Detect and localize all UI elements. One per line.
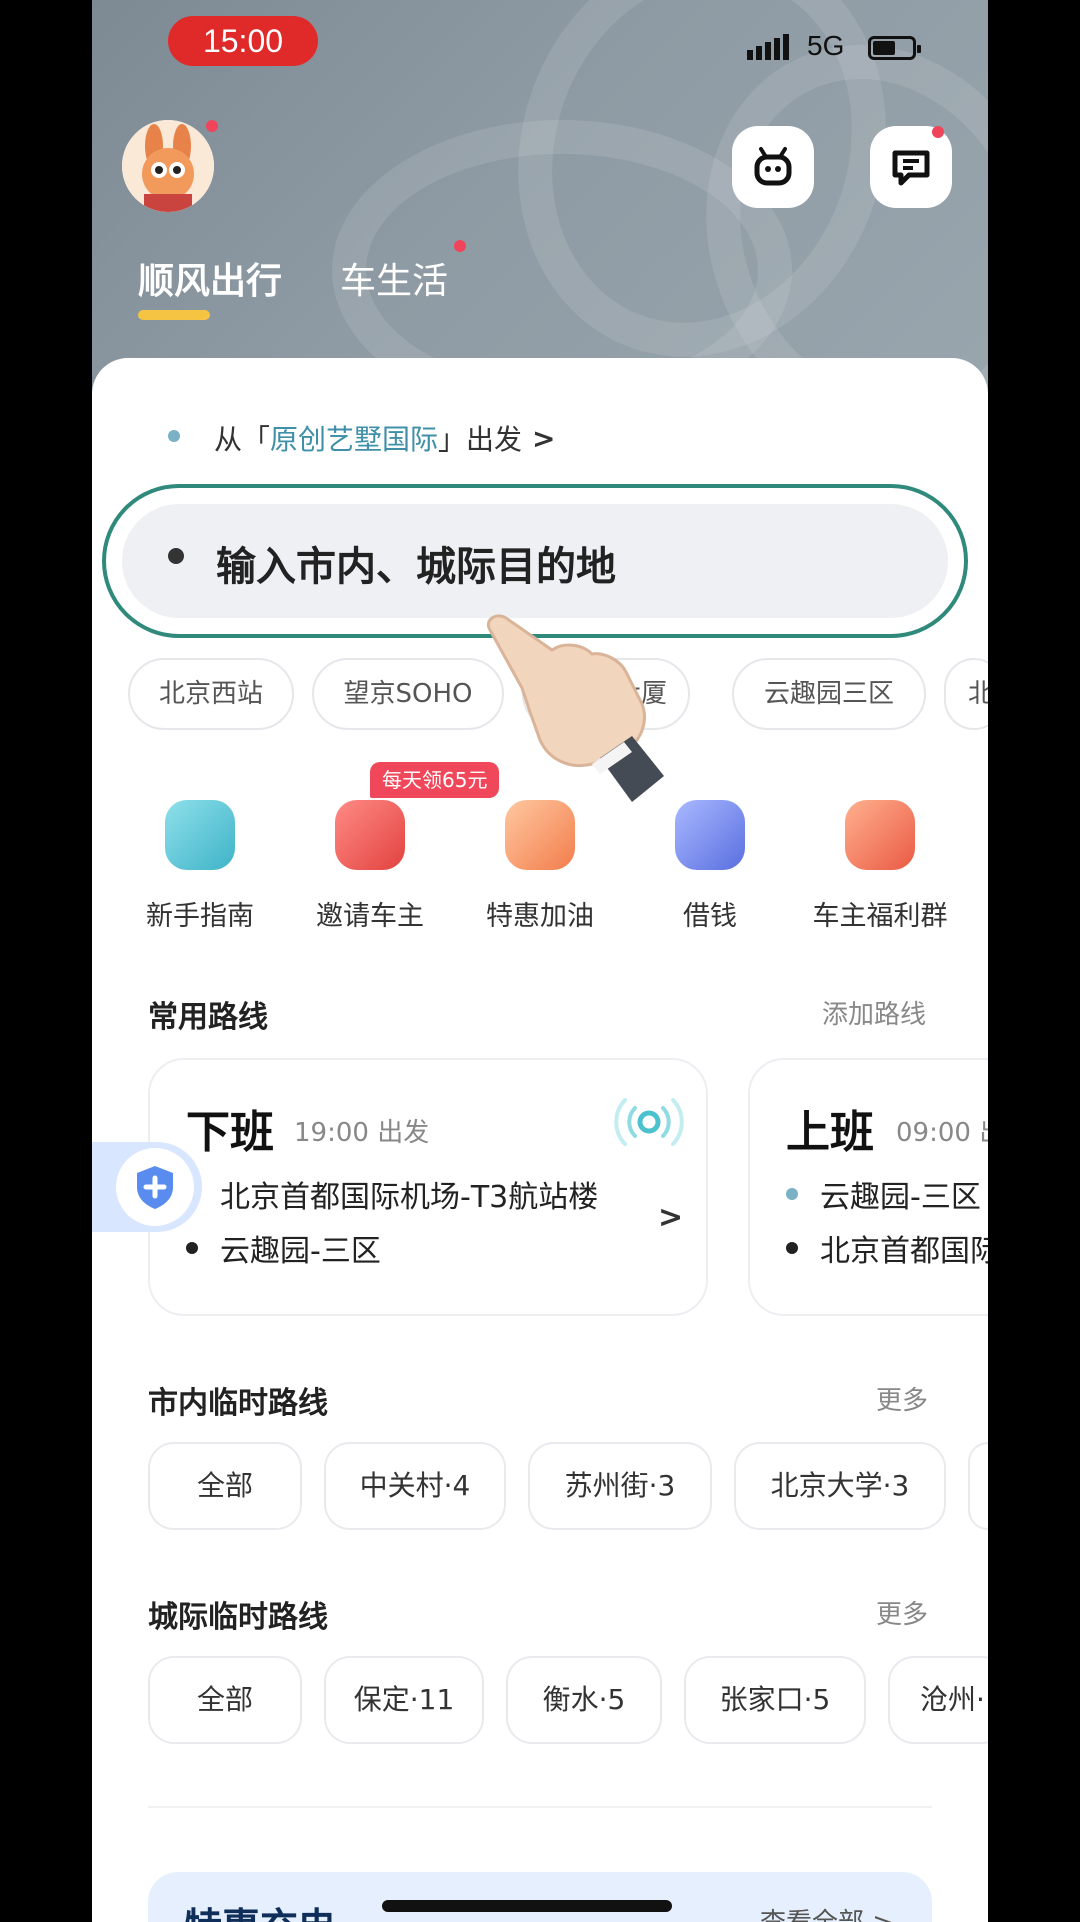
- route-origin: 北京首都国际机场-T3航站楼: [220, 1180, 599, 1215]
- promo-title: 特惠充电: [184, 1896, 336, 1922]
- route-name: 下班: [186, 1107, 274, 1158]
- route-destination-dot: [786, 1242, 798, 1254]
- shortcut-fuel[interactable]: 特惠加油: [470, 800, 610, 933]
- promo-badge: 每天领65元: [370, 762, 500, 798]
- intercity-route-filter[interactable]: 衡水·5: [506, 1656, 662, 1744]
- route-destination-dot: [186, 1242, 198, 1254]
- route-destination: 云趣园-三区: [220, 1234, 381, 1269]
- shortcut-label: 车主福利群: [812, 901, 948, 932]
- route-card-commute-work[interactable]: 上班 09:00 出 云趣园-三区 北京首都国际: [748, 1058, 988, 1316]
- shortcut-owner-group[interactable]: 车主福利群: [810, 800, 950, 933]
- shortcut-label: 借钱: [683, 901, 737, 932]
- network-type: 5G: [807, 30, 845, 61]
- messages-badge-dot: [932, 126, 944, 138]
- shield-icon: [137, 1166, 173, 1209]
- battery-icon: [868, 36, 921, 60]
- fuel-icon: [505, 800, 575, 870]
- shortcut-label: 特惠加油: [486, 901, 594, 932]
- guide-icon: [165, 800, 235, 870]
- city-route-filter[interactable]: 北京大学·3: [734, 1442, 946, 1530]
- invite-icon: [335, 800, 405, 870]
- tab-badge-dot: [454, 240, 466, 252]
- message-icon: [892, 150, 930, 186]
- route-time: 19:00 出发: [294, 1118, 430, 1148]
- route-card-commute-home[interactable]: 下班 19:00 出发 北京首都国际机场-T3航站楼 云趣园-三区 >: [148, 1058, 708, 1316]
- route-origin: 云趣园-三区: [820, 1180, 981, 1215]
- avatar-badge-dot: [206, 120, 218, 132]
- route-origin-dot: [786, 1188, 798, 1200]
- app-screen: 15:00 5G 顺风出行 车生活 从「 原创艺墅国际 」出发 > 输入市内、城…: [92, 0, 988, 1922]
- shortcut-label: 新手指南: [146, 901, 254, 932]
- destination-dot: [168, 548, 184, 564]
- route-name: 上班: [786, 1107, 874, 1158]
- tab-active-indicator: [138, 310, 210, 320]
- intercity-route-filter[interactable]: 保定·11: [324, 1656, 484, 1744]
- shortcut-invite[interactable]: 邀请车主: [300, 800, 440, 933]
- departure-place: 原创艺墅国际: [270, 423, 439, 456]
- city-route-filter[interactable]: 苏州街·3: [528, 1442, 712, 1530]
- broadcast-icon: [614, 1098, 684, 1146]
- city-routes-title: 市内临时路线: [148, 1386, 328, 1421]
- chevron-right-icon: >: [532, 421, 556, 455]
- route-destination: 北京首都国际: [820, 1234, 988, 1269]
- status-time: 15:00: [168, 16, 318, 66]
- chevron-right-icon: >: [658, 1200, 684, 1235]
- tab-car-life[interactable]: 车生活: [340, 252, 448, 304]
- city-route-filter[interactable]: 全部: [148, 1442, 302, 1530]
- quick-place-chip[interactable]: 北京西站: [128, 658, 294, 730]
- city-route-filter[interactable]: 中关村·4: [324, 1442, 506, 1530]
- safety-float-button[interactable]: [92, 1142, 202, 1232]
- quick-place-chip[interactable]: 云趣园三区: [732, 658, 926, 730]
- intercity-routes-title: 城际临时路线: [148, 1600, 328, 1635]
- wallet-icon: [675, 800, 745, 870]
- departure-selector[interactable]: 从「 原创艺墅国际 」出发 >: [214, 418, 556, 458]
- promo-view-all-link[interactable]: 查看全部 >: [760, 1902, 894, 1922]
- tab-carpool[interactable]: 顺风出行: [138, 252, 282, 304]
- intercity-route-filter[interactable]: 沧州·: [888, 1656, 988, 1744]
- shortcut-guide[interactable]: 新手指南: [130, 800, 270, 933]
- group-icon: [845, 800, 915, 870]
- intercity-route-filter[interactable]: 张家口·5: [684, 1656, 866, 1744]
- add-route-link[interactable]: 添加路线: [822, 994, 926, 1031]
- departure-suffix: 」出发: [438, 423, 523, 456]
- quick-place-chip[interactable]: 望京SOHO: [312, 658, 504, 730]
- city-route-filter-partial[interactable]: [968, 1442, 988, 1530]
- quick-place-chip[interactable]: 北: [944, 658, 988, 730]
- signal-icon: [747, 34, 792, 60]
- departure-prefix: 从「: [214, 423, 271, 456]
- messages-button[interactable]: [870, 126, 952, 208]
- city-routes-more-link[interactable]: 更多: [876, 1380, 928, 1417]
- robot-icon: [754, 147, 792, 186]
- common-routes-title: 常用路线: [148, 1000, 268, 1035]
- departure-dot: [168, 430, 180, 442]
- home-indicator: [382, 1900, 672, 1912]
- route-time: 09:00 出: [896, 1118, 988, 1148]
- intercity-routes-more-link[interactable]: 更多: [876, 1594, 928, 1631]
- intercity-route-filter[interactable]: 全部: [148, 1656, 302, 1744]
- destination-placeholder: 输入市内、城际目的地: [216, 544, 616, 590]
- shortcut-label: 邀请车主: [316, 901, 424, 932]
- tutorial-hand-pointer-icon: [487, 614, 664, 802]
- section-divider: [148, 1806, 932, 1808]
- shortcut-loan[interactable]: 借钱: [640, 800, 780, 933]
- robot-assistant-button[interactable]: [732, 126, 814, 208]
- avatar[interactable]: [122, 120, 214, 212]
